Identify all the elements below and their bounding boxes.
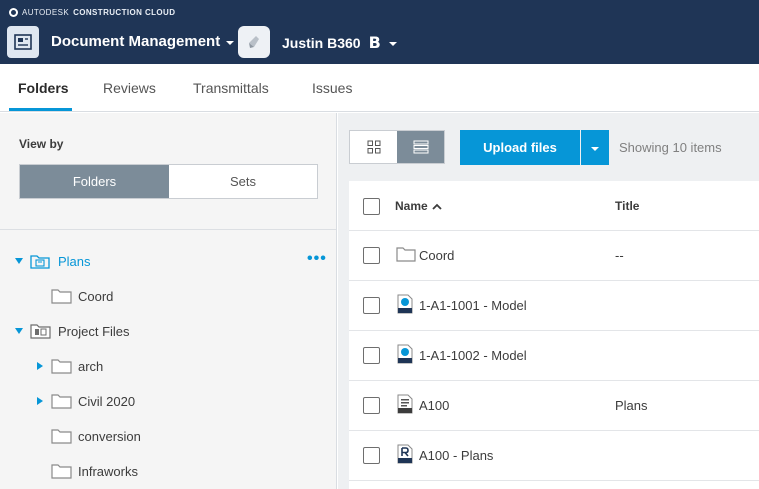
- tree-item-label: Civil 2020: [78, 394, 136, 409]
- row-checkbox[interactable]: [363, 347, 380, 364]
- file-name[interactable]: 1-A1-1002 - Model: [419, 348, 527, 363]
- tree-item-civil-2020[interactable]: Civil 2020: [0, 389, 336, 413]
- tab-folders[interactable]: Folders: [18, 80, 69, 96]
- folder-panel: View by Folders Sets Plans ••• Coord Pro…: [0, 113, 337, 489]
- sort-ascending-icon: [432, 203, 442, 210]
- tab-issues[interactable]: Issues: [312, 80, 352, 96]
- expand-caret-icon[interactable]: [15, 328, 23, 334]
- dwf-file-icon: [396, 294, 416, 314]
- project-files-folder-icon: [30, 323, 51, 339]
- project-avatar[interactable]: [238, 26, 270, 58]
- module-title: Document Management: [51, 33, 221, 50]
- row-checkbox[interactable]: [363, 447, 380, 464]
- tree-item-label: Coord: [78, 289, 114, 304]
- tree-item-arch[interactable]: arch: [0, 354, 336, 378]
- view-by-sets-button[interactable]: Sets: [169, 165, 317, 198]
- tab-reviews[interactable]: Reviews: [103, 80, 156, 96]
- tree-item-label: Infraworks: [78, 464, 138, 479]
- file-name[interactable]: A100: [419, 398, 449, 413]
- tree-item-label: Plans: [58, 254, 91, 269]
- grid-icon: [367, 140, 380, 154]
- expand-caret-icon[interactable]: [37, 397, 43, 405]
- list-icon: [413, 140, 428, 154]
- folder-icon: [51, 428, 72, 444]
- list-view-button[interactable]: [397, 131, 444, 163]
- folder-icon: [396, 246, 416, 266]
- tree-item-project-files[interactable]: Project Files: [0, 319, 336, 343]
- tree-item-conversion[interactable]: conversion: [0, 424, 336, 448]
- grid-view-button[interactable]: [350, 131, 397, 163]
- brand-prefix: AUTODESK: [22, 8, 70, 17]
- item-count: Showing 10 items: [619, 140, 722, 155]
- file-title: Plans: [615, 398, 648, 413]
- row-checkbox[interactable]: [363, 297, 380, 314]
- divider: [0, 229, 336, 230]
- module-selector[interactable]: Document Management: [51, 33, 235, 50]
- file-list-panel: Upload files Showing 10 items Name Title…: [338, 113, 759, 489]
- folder-icon: [51, 463, 72, 479]
- upload-options-button[interactable]: [581, 130, 609, 165]
- row-checkbox[interactable]: [363, 247, 380, 264]
- tree-item-infraworks[interactable]: Infraworks: [0, 459, 336, 483]
- view-by-folders-button[interactable]: Folders: [20, 165, 169, 198]
- tree-item-plans[interactable]: Plans •••: [0, 249, 336, 273]
- tab-bar: Folders Reviews Transmittals Issues: [0, 64, 759, 112]
- expand-caret-icon[interactable]: [15, 258, 23, 264]
- name-column-header[interactable]: Name: [395, 199, 442, 213]
- project-name: Justin B360: [282, 34, 361, 51]
- title-column-header[interactable]: Title: [615, 199, 639, 213]
- table-row[interactable]: 1-A1-1001 - Model: [349, 281, 759, 331]
- folder-icon: [51, 393, 72, 409]
- view-by-toggle: Folders Sets: [19, 164, 318, 199]
- file-table: Name Title Coord -- 1-A1-1001 - Model 1-…: [349, 181, 759, 489]
- view-by-label: View by: [19, 137, 64, 151]
- folder-icon: [51, 358, 72, 374]
- table-row[interactable]: A100 - Plans: [349, 431, 759, 481]
- module-switcher-icon[interactable]: [7, 26, 39, 58]
- table-row[interactable]: 1-A1-1002 - Model: [349, 331, 759, 381]
- table-header: Name Title: [349, 181, 759, 231]
- dwf-file-icon: [396, 344, 416, 364]
- tree-item-coord[interactable]: Coord: [0, 284, 336, 308]
- table-row[interactable]: A100 Plans: [349, 381, 759, 431]
- table-row[interactable]: Coord --: [349, 231, 759, 281]
- brand-product: CONSTRUCTION CLOUD: [73, 8, 176, 17]
- rvt-file-icon: [396, 444, 416, 464]
- pdf-file-icon: [396, 394, 416, 414]
- chevron-down-icon: [226, 40, 235, 45]
- folder-icon: [51, 288, 72, 304]
- file-name[interactable]: 1-A1-1001 - Model: [419, 298, 527, 313]
- top-bar: AUTODESK CONSTRUCTION CLOUD Document Man…: [0, 0, 759, 64]
- file-name[interactable]: A100 - Plans: [419, 448, 493, 463]
- project-badge: B: [368, 33, 381, 52]
- more-options-icon[interactable]: •••: [307, 250, 327, 268]
- tree-item-label: Project Files: [58, 324, 130, 339]
- chevron-down-icon: [388, 41, 397, 46]
- tree-item-label: arch: [78, 359, 104, 374]
- autodesk-logo-icon: [9, 8, 18, 17]
- chevron-down-icon: [591, 146, 599, 151]
- active-tab-indicator: [9, 108, 72, 111]
- tree-item-label: conversion: [78, 429, 141, 444]
- select-all-checkbox[interactable]: [363, 198, 380, 215]
- plans-folder-icon: [30, 253, 50, 269]
- name-column-label: Name: [395, 199, 428, 213]
- row-checkbox[interactable]: [363, 397, 380, 414]
- tab-transmittals[interactable]: Transmittals: [193, 80, 269, 96]
- upload-files-button[interactable]: Upload files: [460, 130, 580, 165]
- file-name[interactable]: Coord: [419, 248, 454, 263]
- file-title: --: [615, 248, 624, 263]
- project-selector[interactable]: Justin B360 B: [282, 33, 397, 52]
- expand-caret-icon[interactable]: [37, 362, 43, 370]
- view-mode-toggle: [349, 130, 445, 164]
- brand: AUTODESK CONSTRUCTION CLOUD: [9, 8, 175, 17]
